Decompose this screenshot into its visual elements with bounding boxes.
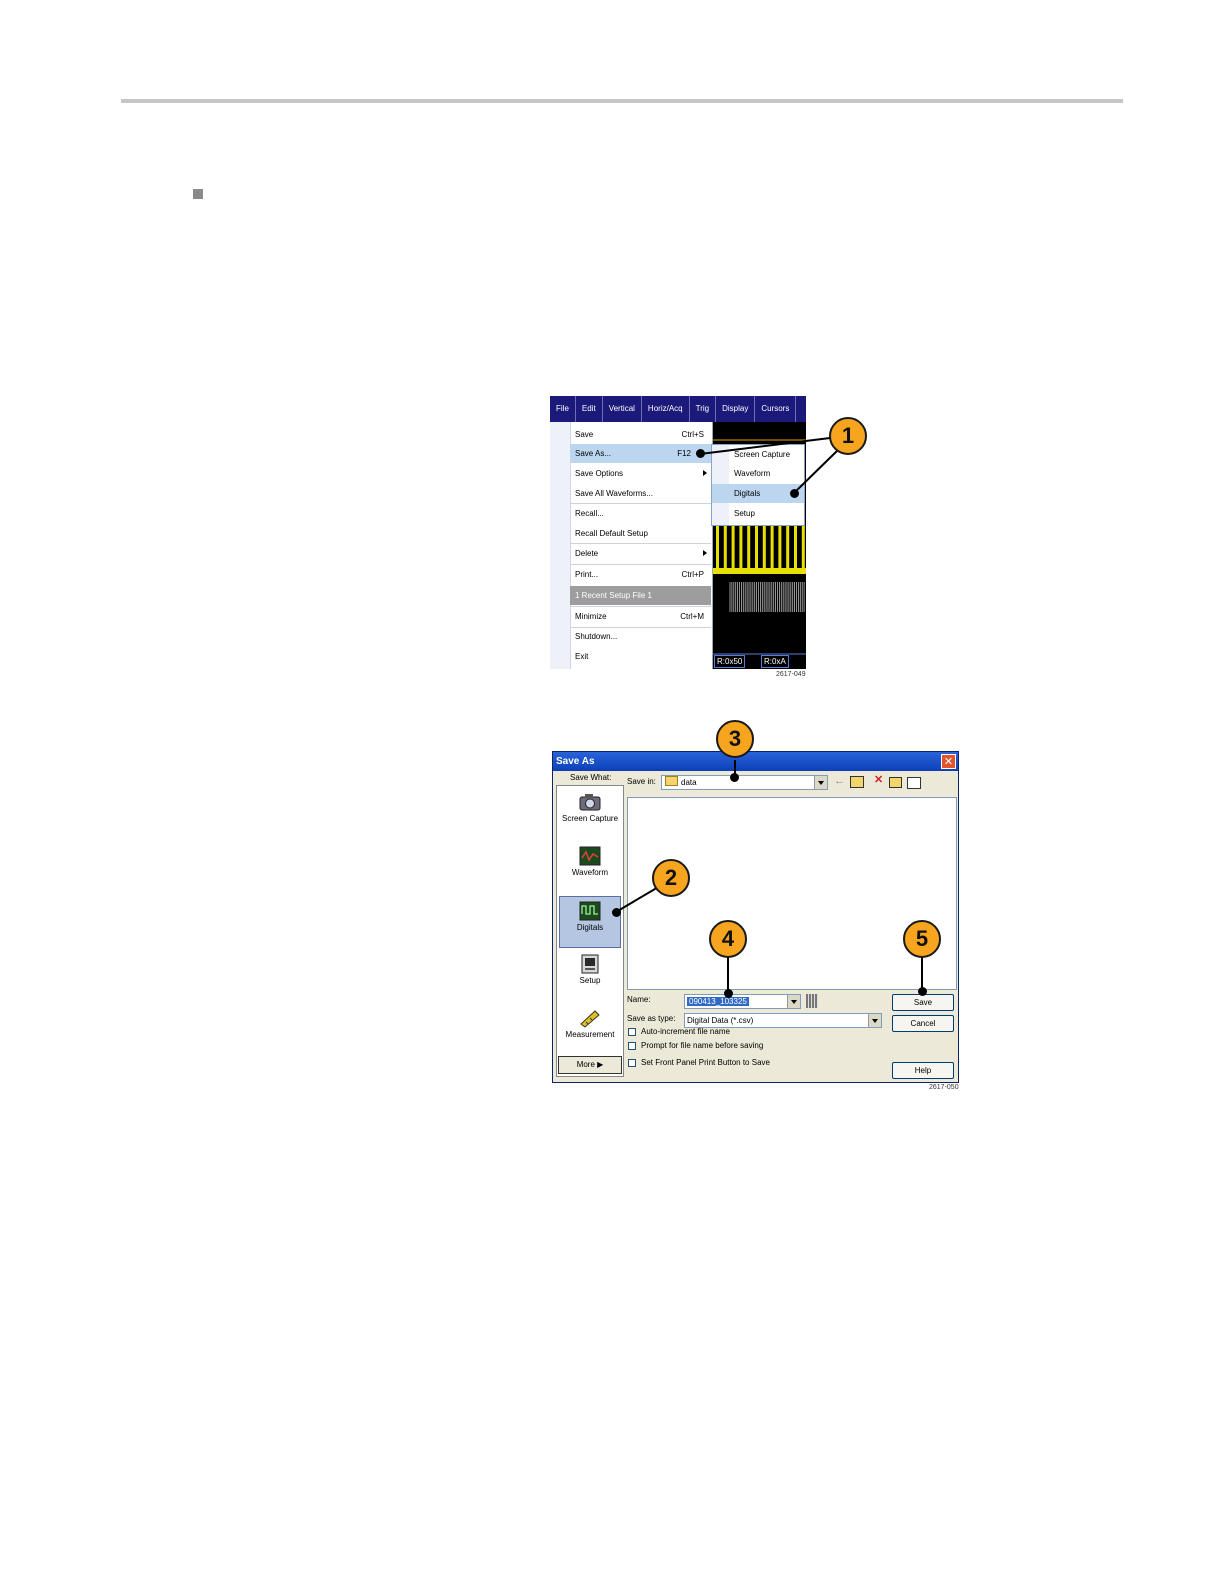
save-what-label-text: Measurement <box>565 1030 615 1039</box>
callout-2: 2 <box>652 859 690 897</box>
menu-file[interactable]: File <box>550 396 576 422</box>
menu-item-recall[interactable]: Recall... <box>570 504 711 523</box>
digital-trace-pulse <box>794 526 797 574</box>
callout-1-dot-digitals <box>790 489 799 498</box>
menu-item-shutdown[interactable]: Shutdown... <box>570 627 711 646</box>
header-rule <box>121 99 1123 103</box>
menu-item-label: Save All Waveforms... <box>575 489 653 498</box>
waveform-icon <box>579 846 601 866</box>
digital-trace-pulse <box>716 526 719 574</box>
submenu-item-setup[interactable]: Setup <box>712 504 804 523</box>
callout-1-dot-save-as <box>696 449 705 458</box>
digital-trace-pulse <box>778 526 782 574</box>
callout-1-leaders <box>699 437 839 494</box>
auto-increment-checkbox[interactable] <box>628 1028 636 1036</box>
digital-trace-pulse <box>786 526 790 574</box>
menu-trig[interactable]: Trig <box>690 396 717 422</box>
shortcut: Ctrl+M <box>680 612 704 621</box>
more-button[interactable]: More ▶ <box>558 1056 622 1074</box>
digital-trace-pulse <box>739 526 743 574</box>
file-menu-gutter <box>550 422 571 669</box>
callout-3-dot <box>730 773 739 782</box>
save-as-type-label: Save as type: <box>627 1014 676 1023</box>
digital-trace-pulse <box>770 526 774 574</box>
triangle-right-icon: ▶ <box>597 1060 604 1069</box>
digital-trace-pulse <box>762 526 766 574</box>
menu-item-label: Delete <box>575 549 599 558</box>
digital-trace-pulse <box>801 526 805 574</box>
callout-2-dot <box>612 908 621 917</box>
menu-item-label: Save Options <box>575 469 624 478</box>
menu-edit[interactable]: Edit <box>576 396 603 422</box>
help-button[interactable]: Help <box>892 1062 954 1079</box>
front-panel-print-label: Set Front Panel Print Button to Save <box>641 1058 770 1067</box>
save-what-label-text: Setup <box>579 976 601 985</box>
digital-trace-pulse <box>723 526 727 574</box>
menu-display[interactable]: Display <box>716 396 756 422</box>
chevron-down-icon[interactable] <box>868 1014 881 1027</box>
menu-item-label: 1 Recent Setup File 1 <box>575 591 652 600</box>
menu-item-label: Shutdown... <box>575 632 618 641</box>
callout-4-dot <box>724 989 733 998</box>
shortcut: Ctrl+P <box>681 570 704 579</box>
menu-item-label: Save <box>575 430 594 439</box>
callout-5-dot <box>918 987 927 996</box>
menu-item-recall-default-setup[interactable]: Recall Default Setup <box>570 524 711 543</box>
close-icon[interactable]: ✕ <box>941 754 956 769</box>
menu-cursors[interactable]: Cursors <box>755 396 797 422</box>
readout-1: R:0x50 <box>714 655 746 668</box>
prompt-checkbox[interactable] <box>628 1042 636 1050</box>
auto-increment-label: Auto-increment file name <box>641 1027 730 1036</box>
menu-item-recent-setup-file[interactable]: 1 Recent Setup File 1 <box>570 586 711 605</box>
save-as-type-select[interactable]: Digital Data (*.csv) <box>684 1013 882 1028</box>
setup-icon <box>579 954 601 974</box>
save-as-type-value: Digital Data (*.csv) <box>687 1016 754 1025</box>
callout-3: 3 <box>716 720 754 758</box>
callout-5: 5 <box>903 920 941 958</box>
front-panel-print-checkbox[interactable] <box>628 1059 636 1067</box>
menu-vertical[interactable]: Vertical <box>603 396 642 422</box>
camera-icon <box>579 792 601 812</box>
menu-item-label: Print... <box>575 570 599 579</box>
digital-trace-pulse <box>755 526 758 574</box>
digital-trace-pulse <box>747 526 751 574</box>
prompt-label: Prompt for file name before saving <box>641 1041 764 1050</box>
bullet-marker <box>193 189 203 199</box>
menu-horiz-acq[interactable]: Horiz/Acq <box>642 396 690 422</box>
cancel-button[interactable]: Cancel <box>892 1015 954 1032</box>
figure-number-2: 2617-050 <box>929 1084 959 1091</box>
menu-item-delete[interactable]: Delete <box>570 544 711 563</box>
digitals-icon <box>579 901 601 921</box>
readout-2: R:0xA <box>761 655 789 668</box>
menu-item-label: Minimize <box>575 612 607 621</box>
callout-4: 4 <box>709 920 747 958</box>
menu-bar: File Edit Vertical Horiz/Acq Trig Displa… <box>550 396 806 422</box>
menu-item-label: Recall... <box>575 509 604 518</box>
menu-item-minimize[interactable]: Minimize Ctrl+M <box>570 607 711 626</box>
digital-trace-pulse <box>731 526 735 574</box>
callout-1: 1 <box>829 417 867 455</box>
callout-leaders <box>615 760 923 994</box>
measurement-icon <box>579 1008 601 1028</box>
menu-item-label: Recall Default Setup <box>575 529 648 538</box>
menu-item-label: Exit <box>575 652 589 661</box>
menu-item-print[interactable]: Print... Ctrl+P <box>570 565 711 584</box>
menu-item-label: Save As... <box>575 449 612 458</box>
submenu-arrow-icon <box>703 550 707 556</box>
figure-number-1: 2617-049 <box>776 671 806 678</box>
menu-item-exit[interactable]: Exit <box>570 647 711 666</box>
shortcut: F12 <box>677 449 691 458</box>
more-label: More <box>576 1060 595 1069</box>
save-what-measurement[interactable]: Measurement <box>559 1004 621 1056</box>
